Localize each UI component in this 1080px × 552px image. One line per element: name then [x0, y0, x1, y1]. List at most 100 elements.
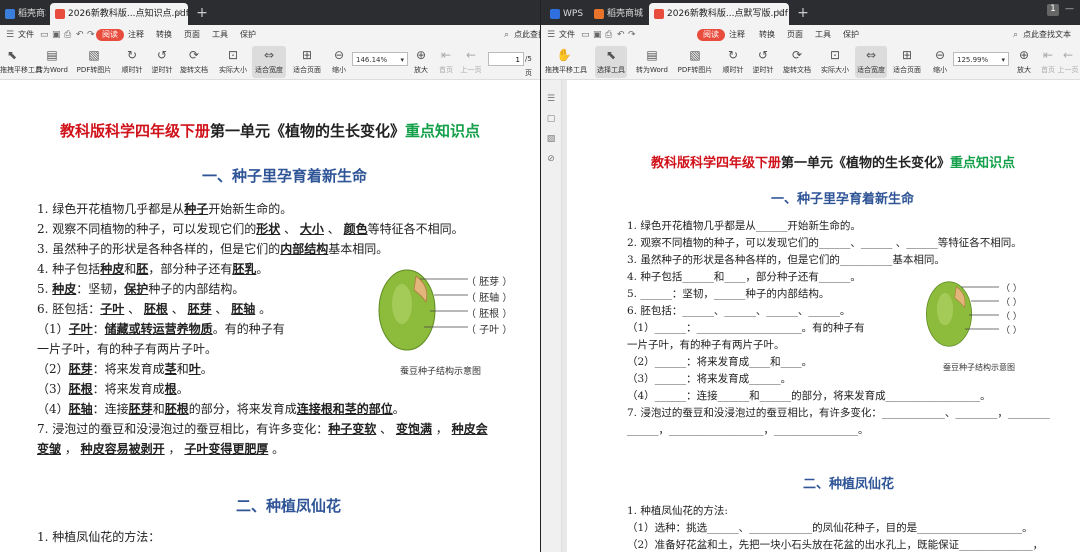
redo-icon[interactable]: ↷ — [87, 25, 95, 45]
zoom-select[interactable]: 146.14% ▾ — [352, 52, 408, 66]
subquestion-1-cont: 一片子叶，有的种子有两片子叶。 — [37, 342, 218, 356]
question-3: 3. 虽然种子的形状是各种各样的，但是它们的内部结构基本相同。 — [37, 242, 389, 256]
menu-read[interactable]: 阅读 — [96, 29, 124, 41]
zoom-out-button[interactable]: ⊖ 缩小 — [328, 46, 350, 78]
search-icon[interactable]: ⌕ — [504, 25, 509, 45]
question-1: 1. 绿色开花植物几乎都是从______开始新生命的。 — [627, 220, 861, 232]
figure-label: （ ） — [1001, 298, 1022, 308]
redo-icon[interactable]: ↷ — [628, 25, 636, 45]
thumbnails-icon[interactable]: ☰ — [546, 94, 556, 104]
open-icon[interactable]: ▭ — [581, 25, 590, 45]
question-3: 3. 虽然种子的形状是各种各样的，但是它们的__________基本相同。 — [627, 254, 945, 266]
rotate-doc-button[interactable]: ⟳ 旋转文档 — [781, 46, 813, 78]
pdf-page: 教科版科学四年级下册第一单元《植物的生长变化》重点知识点 一、种子里孕育着新生命… — [567, 80, 1080, 552]
section-heading: 一、种子里孕育着新生命 — [771, 192, 915, 207]
menu-hamburger-icon[interactable]: ☰ — [547, 25, 555, 45]
tab-bar: 稻壳商城 2026新教科版...点知识点.pdf ✕ + — [0, 0, 540, 25]
tab-wps[interactable]: WPS — [545, 3, 585, 25]
main-toolbar: ⬉ 拖拽平移工具 ▤ 转为Word ▧ PDF转图片 ↻ 顺时针 ↺ 逆时针 ⟳ 旋转文档 … — [0, 45, 540, 80]
rotate-cw-button[interactable]: ↻ 顺时针 — [721, 46, 745, 78]
undo-icon[interactable]: ↶ — [617, 25, 625, 45]
tab-pdf-document[interactable]: 2026新教科版...点默写版.pdf ✕ — [649, 3, 789, 25]
account-badge-icon[interactable]: 1 — [1047, 4, 1059, 16]
menu-tools[interactable]: 工具 — [815, 25, 831, 45]
prev-page-button[interactable]: ← 上一页 — [1057, 46, 1079, 78]
first-page-button[interactable]: ⇤ 首页 — [1039, 46, 1057, 78]
zoom-select[interactable]: 125.99% ▾ — [953, 52, 1009, 66]
hand-icon: ✋ — [556, 48, 572, 62]
image-icon[interactable]: ▨ — [546, 134, 556, 144]
rotate-doc-icon: ⟳ — [188, 48, 200, 62]
menu-page[interactable]: 页面 — [787, 25, 803, 45]
menu-annotate[interactable]: 注释 — [729, 25, 745, 45]
tab-daoke-store[interactable]: 稻壳商城 — [589, 3, 645, 25]
page-number-input[interactable]: 1 — [488, 52, 524, 66]
menu-tools[interactable]: 工具 — [212, 25, 228, 45]
menu-hamburger-icon[interactable]: ☰ — [6, 25, 14, 45]
zoom-in-button[interactable]: ⊕ 放大 — [1013, 46, 1035, 78]
search-text-button[interactable]: 点此查找文本 — [1023, 25, 1071, 45]
prev-page-button[interactable]: ← 上一页 — [458, 46, 484, 78]
fit-page-button[interactable]: ⊞ 适合页面 — [891, 46, 923, 78]
rotate-ccw-icon: ↺ — [156, 48, 168, 62]
save-icon[interactable]: ▣ — [52, 25, 61, 45]
fit-width-button[interactable]: ⇔ 适合宽度 — [252, 46, 286, 78]
rotate-cw-icon: ↻ — [126, 48, 138, 62]
save-icon[interactable]: ▣ — [593, 25, 602, 45]
actual-size-button[interactable]: ⊡ 实际大小 — [216, 46, 250, 78]
close-tab-icon[interactable]: ✕ — [776, 3, 784, 25]
rotate-doc-button[interactable]: ⟳ 旋转文档 — [178, 46, 210, 78]
minimize-icon[interactable]: — — [1065, 4, 1074, 16]
rotate-ccw-button[interactable]: ↺ 逆时针 — [148, 46, 176, 78]
word-icon: ▤ — [46, 48, 58, 62]
hand-tool-button[interactable]: ⬉ 拖拽平移工具 — [0, 46, 42, 78]
menu-annotate[interactable]: 注释 — [128, 25, 144, 45]
figure-label: （ 胚芽 ） — [466, 277, 513, 288]
menu-page[interactable]: 页面 — [184, 25, 200, 45]
search-icon[interactable]: ⌕ — [1013, 25, 1018, 45]
rotate-ccw-button[interactable]: ↺ 逆时针 — [751, 46, 775, 78]
open-icon[interactable]: ▭ — [40, 25, 49, 45]
to-word-button[interactable]: ▤ 转为Word — [635, 46, 669, 78]
zoom-in-button[interactable]: ⊕ 放大 — [410, 46, 432, 78]
first-page-button[interactable]: ⇤ 首页 — [436, 46, 456, 78]
tab-pdf-document[interactable]: 2026新教科版...点知识点.pdf ✕ — [50, 3, 188, 25]
to-word-button[interactable]: ▤ 转为Word — [36, 46, 68, 78]
undo-icon[interactable]: ↶ — [76, 25, 84, 45]
section-heading: 一、种子里孕育着新生命 — [202, 167, 368, 185]
subquestion-3: （3）胚根：将来发育成根。 — [37, 382, 189, 396]
document-area[interactable]: 教科版科学四年级下册第一单元《植物的生长变化》重点知识点 一、种子里孕育着新生命… — [0, 80, 540, 552]
tab-daoke-store[interactable]: 稻壳商城 — [0, 3, 46, 25]
new-tab-button[interactable]: + — [194, 3, 210, 23]
subquestion-4: （4）______：连接______和______的部分，将来发育成______… — [627, 390, 991, 402]
actual-size-button[interactable]: ⊡ 实际大小 — [819, 46, 851, 78]
select-tool-button[interactable]: ⬉ 选择工具 — [595, 46, 627, 78]
menu-file[interactable]: 文件 — [18, 25, 34, 45]
menu-file[interactable]: 文件 — [559, 25, 575, 45]
rotate-cw-button[interactable]: ↻ 顺时针 — [118, 46, 146, 78]
menu-convert[interactable]: 转换 — [759, 25, 775, 45]
new-tab-button[interactable]: + — [795, 3, 811, 23]
print-icon[interactable]: ⎙ — [605, 25, 612, 45]
pdf-to-image-button[interactable]: ▧ PDF转图片 — [76, 46, 112, 78]
paragraph: （2）准备好花盆和土，先把一块小石头放在花盆的出水孔上，既能保证________… — [627, 539, 1044, 551]
menu-protect[interactable]: 保护 — [843, 25, 859, 45]
pdf-icon — [654, 9, 664, 19]
figure-pointer-lines — [961, 286, 999, 330]
close-tab-icon[interactable]: ✕ — [175, 3, 183, 25]
search-text-button[interactable]: 点此查找 — [514, 25, 540, 45]
menu-convert[interactable]: 转换 — [156, 25, 172, 45]
hand-tool-button[interactable]: ✋ 拖拽平移工具 — [545, 46, 587, 78]
fit-page-button[interactable]: ⊞ 适合页面 — [290, 46, 324, 78]
pdf-to-image-button[interactable]: ▧ PDF转图片 — [677, 46, 713, 78]
attachment-icon[interactable]: ⊘ — [546, 154, 556, 164]
chevron-down-icon: ▾ — [1001, 56, 1005, 64]
document-area[interactable]: ☰ ▢ ▨ ⊘ 教科版科学四年级下册第一单元《植物的生长变化》重点知识点 一、种… — [541, 80, 1080, 552]
menu-protect[interactable]: 保护 — [240, 25, 256, 45]
print-icon[interactable]: ⎙ — [64, 25, 71, 45]
bookmark-icon[interactable]: ▢ — [546, 114, 556, 124]
zoom-out-button[interactable]: ⊖ 缩小 — [929, 46, 951, 78]
section-heading: 二、种植凤仙花 — [803, 477, 895, 492]
menu-read[interactable]: 阅读 — [697, 29, 725, 41]
fit-width-button[interactable]: ⇔ 适合宽度 — [855, 46, 887, 78]
